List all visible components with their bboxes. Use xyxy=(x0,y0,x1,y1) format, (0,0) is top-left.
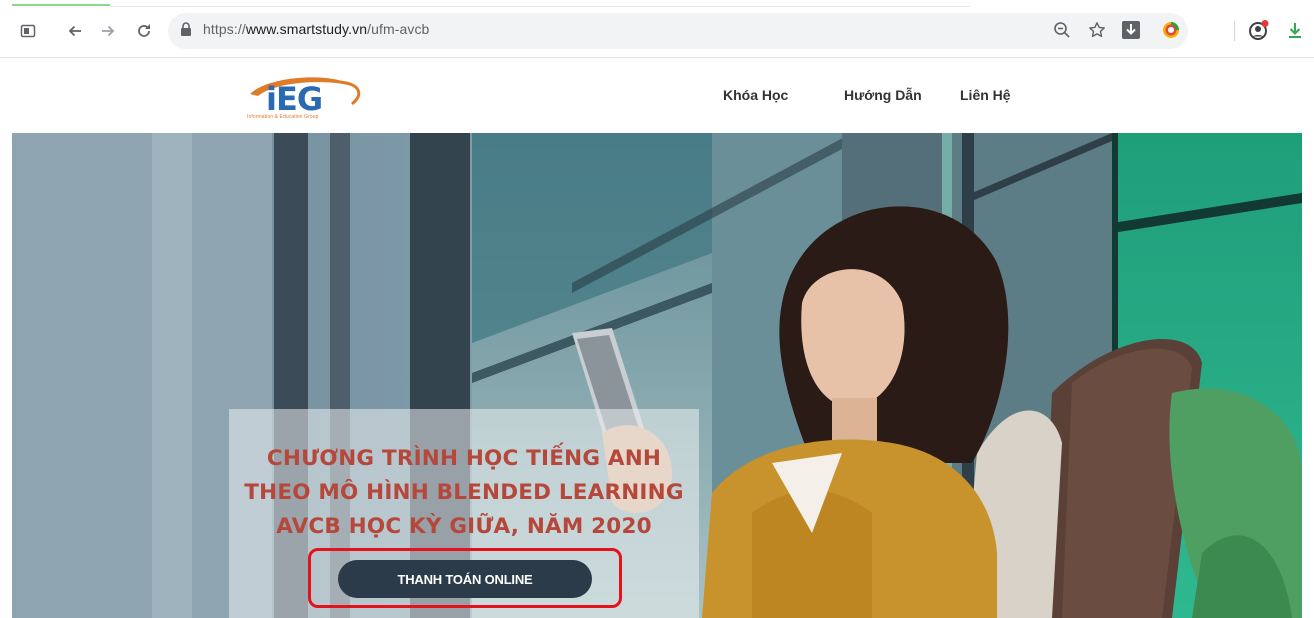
pay-online-button[interactable]: THANH TOÁN ONLINE xyxy=(338,560,592,598)
colorful-extension-icon[interactable] xyxy=(1159,18,1183,42)
tab-indicator xyxy=(12,4,110,6)
tab-switcher-icon[interactable] xyxy=(17,20,39,42)
download-extension-icon[interactable] xyxy=(1119,18,1143,42)
headline-line-1: CHƯƠNG TRÌNH HỌC TIẾNG ANH xyxy=(266,446,662,471)
toolbar-separator xyxy=(1234,21,1235,41)
nav-huong-dan[interactable]: Hướng Dẫn xyxy=(844,87,922,103)
star-icon[interactable] xyxy=(1085,18,1109,42)
url-scheme: https:// xyxy=(203,21,246,37)
forward-button[interactable] xyxy=(97,20,119,42)
tab-strip-divider xyxy=(110,6,970,7)
arrow-left-icon xyxy=(68,25,81,37)
downloads-icon[interactable] xyxy=(1283,18,1307,42)
reload-icon xyxy=(138,24,150,37)
site-header xyxy=(0,58,1314,133)
arrow-right-icon xyxy=(102,25,115,37)
headline-line-3: AVCB HỌC KỲ GIỮA, NĂM 2020 xyxy=(276,514,652,539)
hero-banner: CHƯƠNG TRÌNH HỌC TIẾNG ANH THEO MÔ HÌNH … xyxy=(12,133,1302,618)
zoom-out-icon[interactable] xyxy=(1050,18,1074,42)
url-host: www.smartstudy.vn xyxy=(245,21,368,37)
back-button[interactable] xyxy=(64,20,86,42)
url-path: /ufm-avcb xyxy=(367,21,430,37)
url-text[interactable]: https://www.smartstudy.vn/ufm-avcb xyxy=(203,21,429,37)
profile-icon[interactable] xyxy=(1247,18,1271,42)
logo-subtitle: Information & Education Group xyxy=(247,114,319,120)
nav-lien-he[interactable]: Liên Hệ xyxy=(960,87,1011,103)
lock-icon[interactable] xyxy=(180,22,192,41)
nav-khoa-hoc[interactable]: Khóa Học xyxy=(723,87,788,103)
browser-toolbar: https://www.smartstudy.vn/ufm-avcb xyxy=(0,0,1314,58)
headline-line-2: THEO MÔ HÌNH BLENDED LEARNING xyxy=(244,480,684,505)
logo-text: iEG xyxy=(266,80,323,118)
hero-headline: CHƯƠNG TRÌNH HỌC TIẾNG ANH THEO MÔ HÌNH … xyxy=(229,442,699,544)
reload-button[interactable] xyxy=(133,20,155,42)
